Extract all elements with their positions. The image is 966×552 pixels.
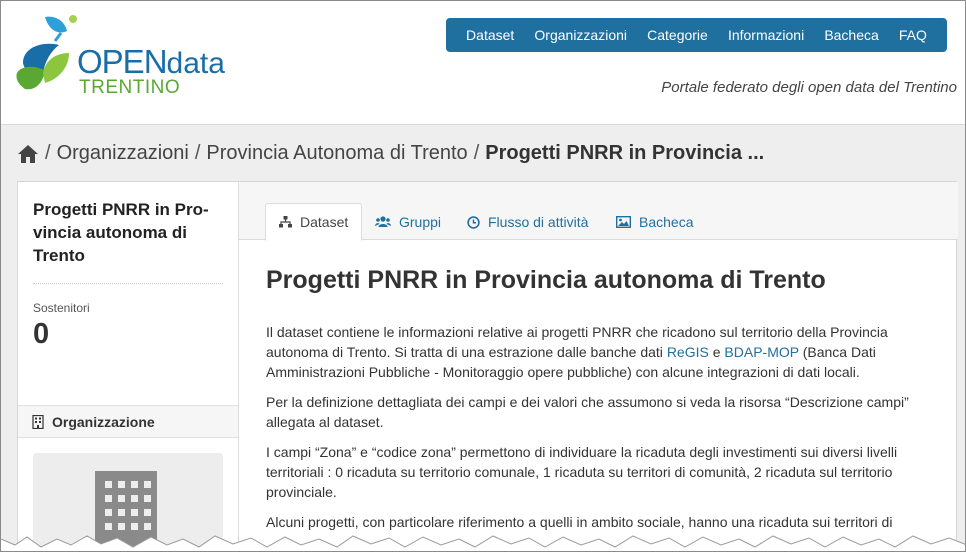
nav-organizzazioni[interactable]: Organizzazioni [534, 27, 627, 43]
tab-flusso-label: Flusso di attività [488, 214, 589, 230]
regis-link[interactable]: ReGIS [667, 344, 709, 360]
bdap-mop-link[interactable]: BDAP-MOP [724, 344, 798, 360]
description-text: e [708, 344, 725, 360]
sidebar-divider [33, 283, 223, 284]
opendata-logo[interactable]: OPENdata TRENTINO [15, 11, 225, 98]
site-tagline: Portale federato degli open data del Tre… [661, 79, 957, 96]
sitemap-icon [279, 216, 292, 228]
description-paragraph-1: Il dataset contiene le informazioni rela… [266, 322, 931, 382]
tab-gruppi[interactable]: Gruppi [362, 203, 454, 241]
dataset-title: Progetti PNRR in Provincia autonoma di T… [266, 266, 826, 294]
description-paragraph-2: Per la definizione dettagliata dei campi… [266, 394, 909, 430]
tab-gruppi-label: Gruppi [399, 214, 442, 230]
tab-bacheca[interactable]: Bacheca [603, 203, 706, 241]
image-icon [616, 216, 631, 228]
nav-informazioni[interactable]: Informazioni [728, 27, 804, 43]
breadcrumb-current[interactable]: Progetti PNRR in Provincia ... [485, 142, 764, 165]
logo-open-text: OPEN [77, 43, 168, 80]
nav-categorie[interactable]: Categorie [647, 27, 708, 43]
main-nav: Dataset Organizzazioni Categorie Informa… [446, 18, 947, 52]
organization-heading: Organizzazione [18, 405, 238, 438]
organization-heading-label: Organizzazione [52, 413, 155, 430]
nav-dataset[interactable]: Dataset [466, 27, 514, 43]
sidebar: Progetti PNRR in Pro-vincia autonoma di … [18, 182, 239, 551]
nav-bacheca[interactable]: Bacheca [824, 27, 878, 43]
home-icon[interactable] [17, 144, 39, 164]
browser-frame: OPENdata TRENTINO Dataset Organizzazioni… [0, 0, 966, 552]
followers-label: Sostenitori [33, 301, 90, 315]
breadcrumb-separator: / [473, 142, 480, 164]
clock-icon [467, 215, 480, 229]
tab-dataset-label: Dataset [300, 214, 349, 230]
logo-leaf-icon [16, 15, 77, 90]
site-header: OPENdata TRENTINO Dataset Organizzazioni… [1, 1, 965, 125]
breadcrumb-separator: / [45, 142, 51, 164]
dataset-sidebar-title: Progetti PNRR in Pro-vincia autonoma di … [33, 200, 209, 265]
content-tabs: Dataset Gruppi Flusso di attività Bachec… [239, 182, 958, 241]
nav-faq[interactable]: FAQ [899, 27, 927, 43]
building-icon [32, 414, 44, 429]
tab-bacheca-label: Bacheca [639, 214, 694, 230]
users-icon [375, 216, 391, 227]
breadcrumb: / Organizzazioni / Provincia Autonoma di… [17, 142, 764, 165]
breadcrumb-organizzazioni[interactable]: Organizzazioni [57, 142, 189, 165]
followers-count: 0 [33, 318, 50, 350]
logo-region-text: TRENTINO [79, 77, 181, 98]
tab-flusso-attivita[interactable]: Flusso di attività [454, 203, 601, 241]
breadcrumb-provincia[interactable]: Provincia Autonoma di Trento [206, 142, 467, 165]
torn-edge [1, 535, 965, 551]
tab-dataset[interactable]: Dataset [265, 203, 363, 241]
logo-wordmark: OPENdata [77, 43, 225, 81]
dataset-content: Dataset Gruppi Flusso di attività Bachec… [239, 182, 958, 551]
description-paragraph-3: I campi “Zona” e “codice zona” permetton… [266, 444, 898, 500]
logo-data-text: data [166, 47, 225, 80]
main-wrapper: Progetti PNRR in Pro-vincia autonoma di … [17, 181, 958, 551]
breadcrumb-separator: / [194, 142, 201, 164]
